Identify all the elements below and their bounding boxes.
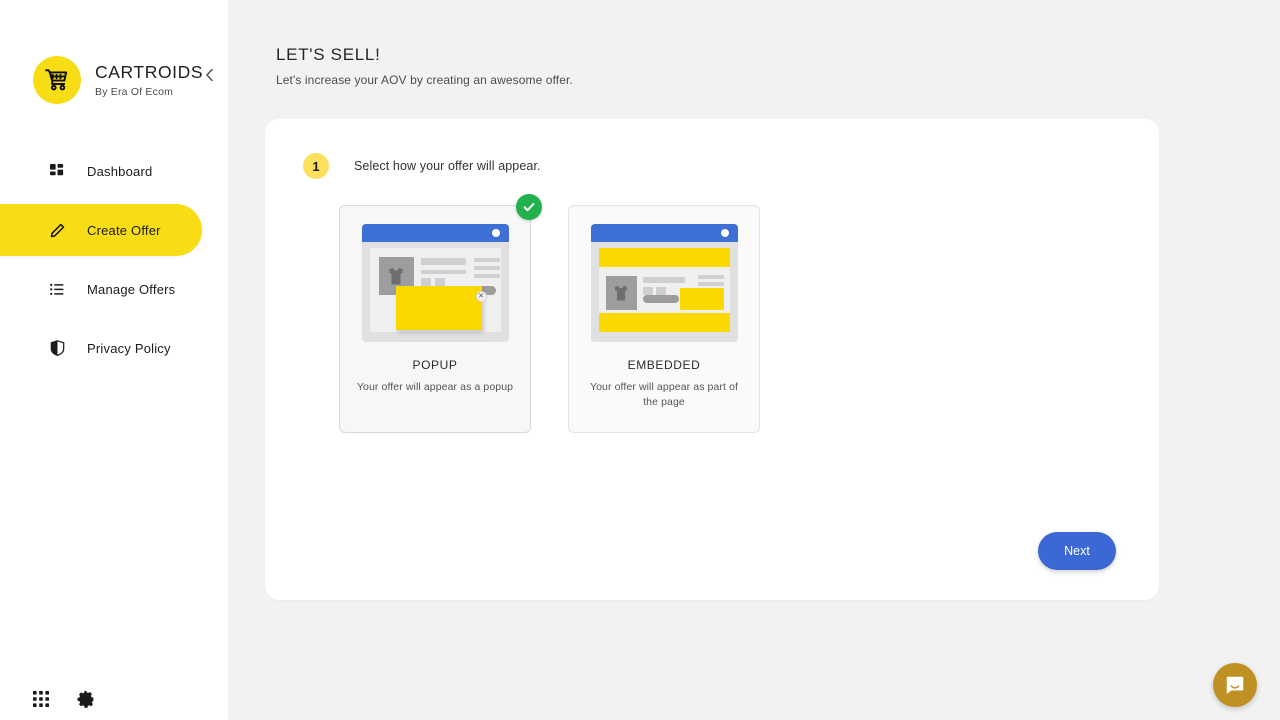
sidebar-item-create-offer[interactable]: Create Offer [0,204,202,256]
mockup-title-bar [590,224,738,242]
embedded-mockup [590,224,738,342]
step-row: 1 Select how your offer will appear. [265,119,1159,179]
mockup-text-line [642,277,685,283]
mockup-text-line [420,278,431,286]
mockup-text-line [473,258,500,262]
window-dot-icon [720,229,729,237]
apps-grid-icon[interactable] [33,691,49,707]
gear-icon[interactable] [77,690,95,708]
mockup-title-bar [361,224,509,242]
page-subtitle: Let's increase your AOV by creating an a… [276,73,573,87]
offer-wizard-panel: 1 Select how your offer will appear. ✕ P… [265,119,1159,600]
page-title: LET'S SELL! [276,45,381,64]
check-circle-icon [516,194,542,220]
nav-gap [0,256,228,263]
close-x-icon[interactable]: ✕ [475,291,487,302]
step-number-badge: 1 [303,153,329,179]
option-card-embedded[interactable]: EMBEDDED Your offer will appear as part … [568,205,760,433]
app-root: CARTROIDS By Era Of Ecom Dashboard Creat… [0,0,1280,720]
sidebar: CARTROIDS By Era Of Ecom Dashboard Creat… [0,0,228,720]
option-title: POPUP [412,358,458,372]
panel-actions: Next [1038,532,1116,570]
dashboard-grid-icon [47,161,67,181]
sidebar-item-manage-offers[interactable]: Manage Offers [0,263,228,315]
mockup-text-line [420,270,466,274]
sidebar-footer [33,690,95,708]
shopping-cart-icon [33,56,81,104]
brand-tagline: By Era Of Ecom [95,86,174,98]
embedded-offer-block [679,288,724,310]
sidebar-item-privacy-policy[interactable]: Privacy Policy [0,322,228,374]
mockup-text-line [697,282,724,286]
embedded-offer-banner-top [598,248,730,267]
sidebar-item-label: Privacy Policy [87,340,171,356]
page-header: LET'S SELL! Let's increase your AOV by c… [228,0,1280,87]
brand-name: CARTROIDS [95,62,204,82]
chevron-left-icon[interactable] [200,66,218,84]
option-card-popup[interactable]: ✕ POPUP Your offer will appear as a popu… [339,194,542,433]
option-description: Your offer will appear as part of the pa… [589,381,739,408]
list-icon [47,279,67,299]
embedded-offer-banner-bottom [598,313,730,332]
brand-header: CARTROIDS By Era Of Ecom [0,0,228,104]
sidebar-item-label: Create Offer [87,222,161,238]
nav-gap [0,197,228,204]
mockup-button [642,295,679,303]
step-instruction: Select how your offer will appear. [354,159,541,173]
pencil-icon [47,220,67,240]
main-content: LET'S SELL! Let's increase your AOV by c… [228,0,1280,720]
option-description: Your offer will appear as a popup [356,381,514,393]
next-button[interactable]: Next [1038,532,1116,570]
mockup-text-line [642,287,653,295]
tshirt-thumbnail-icon [605,276,637,310]
mockup-text-line [655,287,666,295]
mockup-page-body [598,248,730,332]
shield-icon [47,338,67,358]
mockup-text-line [434,278,445,286]
popup-overlay-card: ✕ [395,286,487,330]
sidebar-nav: Dashboard Create Offer Manage Offers Pri… [0,145,228,374]
mockup-page-content: ✕ [370,248,501,332]
mockup-text-line [697,275,724,279]
mockup-page-content [598,270,730,310]
window-dot-icon [491,229,500,237]
mockup-text-line [420,258,466,265]
popup-mockup: ✕ [361,224,509,342]
sidebar-item-dashboard[interactable]: Dashboard [0,145,228,197]
chat-bubble-icon[interactable] [1213,663,1257,707]
sidebar-item-label: Manage Offers [87,281,176,297]
option-title: EMBEDDED [627,358,701,372]
mockup-text-line [473,274,500,278]
mockup-page-body: ✕ [369,248,501,332]
brand-text: CARTROIDS By Era Of Ecom [95,62,203,98]
nav-gap [0,315,228,322]
offer-type-options: ✕ POPUP Your offer will appear as a popu… [265,179,1159,433]
mockup-text-line [473,266,500,270]
sidebar-item-label: Dashboard [87,163,153,179]
